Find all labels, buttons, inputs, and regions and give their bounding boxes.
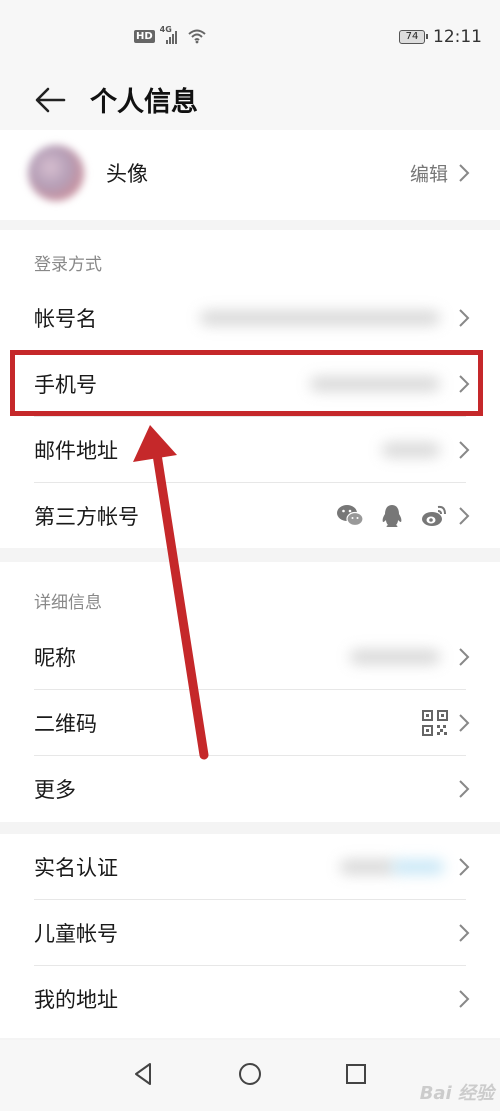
chevron-right-icon [459, 507, 470, 525]
status-icons-right: 74 12:11 [399, 27, 482, 47]
hd-badge: HD [134, 29, 155, 43]
chevron-right-icon [459, 714, 470, 732]
qr-code-icon [422, 710, 448, 736]
nav-recents-icon[interactable] [342, 1060, 370, 1088]
wechat-icon [337, 505, 364, 527]
blurred-value [200, 311, 440, 325]
list-item-real-name[interactable]: 实名认证 [0, 834, 500, 900]
blurred-value [350, 650, 440, 664]
watermark: Bai 经验 [419, 1083, 494, 1104]
highlight-box [10, 350, 483, 416]
section-title-details: 详细信息 [34, 593, 102, 613]
chevron-right-icon [459, 858, 470, 876]
nav-back-icon[interactable] [130, 1060, 158, 1088]
qq-icon [382, 505, 402, 527]
chevron-right-icon [459, 441, 470, 459]
status-icons-left: HD 4G [134, 25, 207, 44]
edit-link[interactable]: 编辑 [410, 160, 448, 187]
clock: 12:11 [433, 27, 482, 47]
cellular-signal-icon: 4G [160, 25, 182, 44]
list-item-email[interactable]: 邮件地址 [0, 417, 500, 483]
chevron-right-icon [459, 648, 470, 666]
nav-home-icon[interactable] [236, 1060, 264, 1088]
list-item-third-party[interactable]: 第三方帐号 [0, 483, 500, 549]
system-nav-bar: Bai 经验 [0, 1040, 500, 1111]
wifi-icon [188, 29, 206, 44]
page-header: 个人信息 [0, 72, 500, 130]
weibo-icon [422, 505, 446, 526]
chevron-right-icon [459, 309, 470, 327]
avatar-row[interactable]: 头像 编辑 [0, 130, 500, 220]
blurred-value [340, 860, 396, 874]
list-item-account-name[interactable]: 帐号名 [0, 285, 500, 351]
chevron-right-icon [459, 164, 470, 182]
status-bar: HD 4G 74 12:11 [0, 0, 500, 72]
account-card: 实名认证 儿童帐号 我的地址 [0, 834, 500, 1038]
list-item-my-address[interactable]: 我的地址 [0, 966, 500, 1032]
chevron-right-icon [459, 924, 470, 942]
page-title: 个人信息 [90, 87, 198, 118]
details-card: 详细信息 昵称 二维码 更多 [0, 562, 500, 822]
list-item-child-account[interactable]: 儿童帐号 [0, 900, 500, 966]
chevron-right-icon [459, 780, 470, 798]
back-arrow-icon[interactable] [34, 84, 66, 116]
blurred-value [382, 443, 440, 457]
avatar-label: 头像 [106, 162, 148, 186]
list-item-nickname[interactable]: 昵称 [0, 624, 500, 690]
chevron-right-icon [459, 990, 470, 1008]
battery-icon: 74 [399, 30, 428, 44]
section-title-login: 登录方式 [34, 255, 102, 275]
list-item-qr-code[interactable]: 二维码 [0, 690, 500, 756]
list-item-more[interactable]: 更多 [0, 756, 500, 822]
blurred-badge [392, 860, 444, 874]
